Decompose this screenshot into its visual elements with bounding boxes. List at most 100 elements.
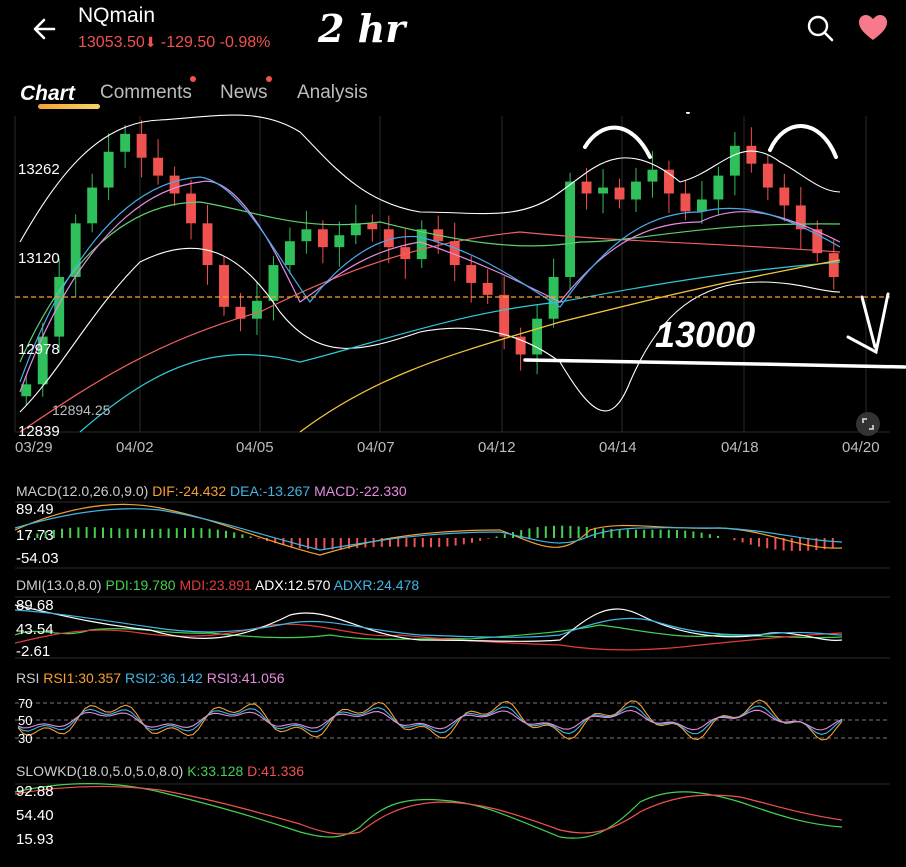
rsi-rsi1: RSI1:30.357 [43,670,122,686]
candle-body [713,175,724,200]
hand-drawn-arc-left [583,125,652,159]
macd-dea-line [14,508,843,551]
dmi-adxr: ADXR:24.478 [333,577,420,593]
rsi-header: RSI RSI1:30.357 RSI2:36.142 RSI3:41.056 [16,670,285,686]
tab-label: Comments [100,82,192,103]
news-badge [266,76,272,82]
candle-body [334,235,345,248]
slowkd-header: SLOWKD(18.0,5.0,5.0,8.0) K:33.128 D:41.3… [16,763,304,779]
candle-body [762,163,773,188]
macd-dea: DEA:-13.267 [230,483,311,499]
candle-body [614,187,625,200]
macd-bar [233,532,236,538]
macd-bar [659,529,662,538]
tab-label: News [220,82,268,103]
macd-bar [799,538,801,551]
macd-bar [495,536,498,538]
tab-news[interactable]: News [220,82,268,104]
expand-chart-icon[interactable] [856,412,880,436]
slowkd-axis-label: 15.93 [16,831,54,848]
macd-bar [536,527,539,538]
candle-body [268,265,279,301]
macd-dif-line [14,503,843,556]
dmi-name: DMI(13.0,8.0) [16,577,102,593]
macd-bar [561,525,564,538]
macd-panel[interactable]: 89.49 17.73 -54.03 [0,500,906,570]
macd-bar [462,538,465,545]
macd-bar [77,527,80,538]
macd-bar [192,527,195,538]
macd-bar [553,525,555,538]
hand-drawn-support-line [523,358,906,369]
macd-bar [774,538,777,550]
candle-body [186,193,196,224]
dmi-axis-label: 89.68 [16,597,54,614]
date-label: 04/12 [478,439,516,456]
macd-bar [758,538,760,547]
macd-bar [184,527,186,538]
date-label: 04/05 [236,439,274,456]
macd-bar [257,538,260,539]
candle-body [466,265,477,283]
low-price-marker: 12894.25 [52,402,111,418]
tab-analysis[interactable]: Analysis [297,82,368,104]
fullscreen-icon [862,418,874,430]
macd-bar [159,528,162,538]
candle-body [350,223,361,236]
macd-bar [487,538,490,539]
macd-bar [528,528,531,538]
macd-bar [430,538,432,548]
macd-bar [708,534,711,538]
candle-body [746,145,757,164]
candle-body [367,223,378,230]
macd-axis-label: -54.03 [16,550,59,567]
down-arrow-icon: ⬇ [144,34,157,50]
date-label: 04/14 [599,439,637,456]
macd-bar [85,527,88,538]
macd-bar [626,529,629,538]
main-chart[interactable]: 13000 13262 13120 12978 12839 12894.25 0… [0,112,906,462]
macd-bar [208,528,211,538]
macd-value: MACD:-22.330 [314,483,407,499]
back-arrow-icon[interactable] [28,12,62,46]
date-label: 03/29 [15,439,53,456]
slowkd-k-line [14,783,843,839]
macd-bar [676,530,678,538]
macd-bar [635,529,637,538]
macd-bar [544,526,547,538]
macd-bar [413,538,416,548]
macd-bar [323,538,326,550]
macd-bar [225,530,227,538]
candle-body [202,223,213,266]
tab-chart[interactable]: Chart [20,82,100,109]
moving-average-pink [19,180,841,393]
candle-body [136,133,147,158]
candle-body [680,193,691,212]
symbol-name: NQmain [78,4,156,27]
macd-bar [143,529,145,538]
macd-bar [339,538,342,550]
candle-body [252,300,262,319]
macd-bar [692,531,695,538]
macd-bar [298,538,301,549]
candle-body [153,157,164,176]
hand-drawn-down-arrow [846,292,890,355]
support-level-annotation: 13000 [655,314,755,355]
rsi-rsi3: RSI3:41.056 [206,670,285,686]
rsi-panel[interactable]: 70 50 30 [0,690,906,755]
macd-bar [454,538,457,546]
macd-bar [684,530,687,538]
heart-icon[interactable] [858,14,888,42]
slowkd-panel[interactable]: 92.88 54.40 15.93 [0,782,906,852]
price-change-pct: -0.98% [219,34,271,51]
search-icon[interactable] [806,14,834,42]
price-change: -129.50 [160,34,216,51]
macd-header: MACD(12.0,26.0,9.0) DIF:-24.432 DEA:-13.… [16,483,407,499]
macd-bar [602,528,605,538]
macd-histogram [28,525,834,551]
tab-comments[interactable]: Comments [100,82,192,104]
macd-axis-label: 89.49 [16,501,54,518]
dmi-panel[interactable]: 89.68 43.54 -2.61 [0,595,906,660]
macd-bar [397,538,400,547]
macd-bar [241,534,244,538]
